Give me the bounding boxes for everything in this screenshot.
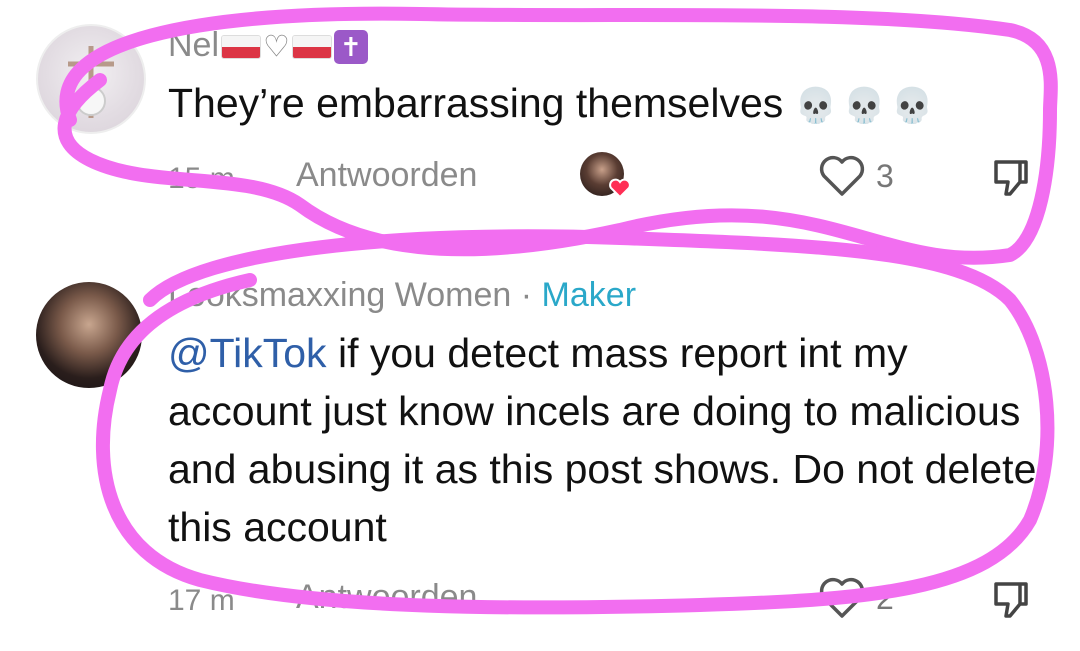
reply-button[interactable]: Antwoorden xyxy=(296,156,477,195)
avatar[interactable] xyxy=(36,282,142,388)
like-heart-icon[interactable] xyxy=(818,154,866,198)
comment-time: 15 m xyxy=(168,162,235,195)
latin-cross-icon: ✝ xyxy=(333,30,368,65)
comment-username[interactable]: Nel ♡ ✝ xyxy=(168,26,368,65)
like-count: 3 xyxy=(876,158,894,194)
comment-text: They’re embarrassing themselves 💀💀💀 xyxy=(168,80,940,126)
avatar[interactable] xyxy=(36,24,146,134)
mention-link[interactable]: @TikTok xyxy=(168,330,327,376)
cross-image-icon xyxy=(68,46,114,118)
creator-heart-icon xyxy=(609,178,631,199)
dislike-icon[interactable] xyxy=(990,578,1030,622)
like-heart-icon[interactable] xyxy=(818,576,866,620)
creator-badge: Maker xyxy=(541,276,637,314)
like-count: 2 xyxy=(876,580,894,616)
dislike-icon[interactable] xyxy=(990,156,1030,200)
outline-heart-symbol-icon: ♡ xyxy=(263,30,290,64)
reply-button[interactable]: Antwoorden xyxy=(296,578,477,617)
poland-flag-icon xyxy=(291,35,332,60)
poland-flag-icon xyxy=(221,35,262,60)
comment-time: 17 m xyxy=(168,584,235,617)
comment-username[interactable]: Looksmaxxing Women · Maker xyxy=(168,276,636,315)
skull-emoji-icon: 💀💀💀 xyxy=(794,87,940,125)
comment-text: @TikTok if you detect mass report int my… xyxy=(168,330,1037,550)
